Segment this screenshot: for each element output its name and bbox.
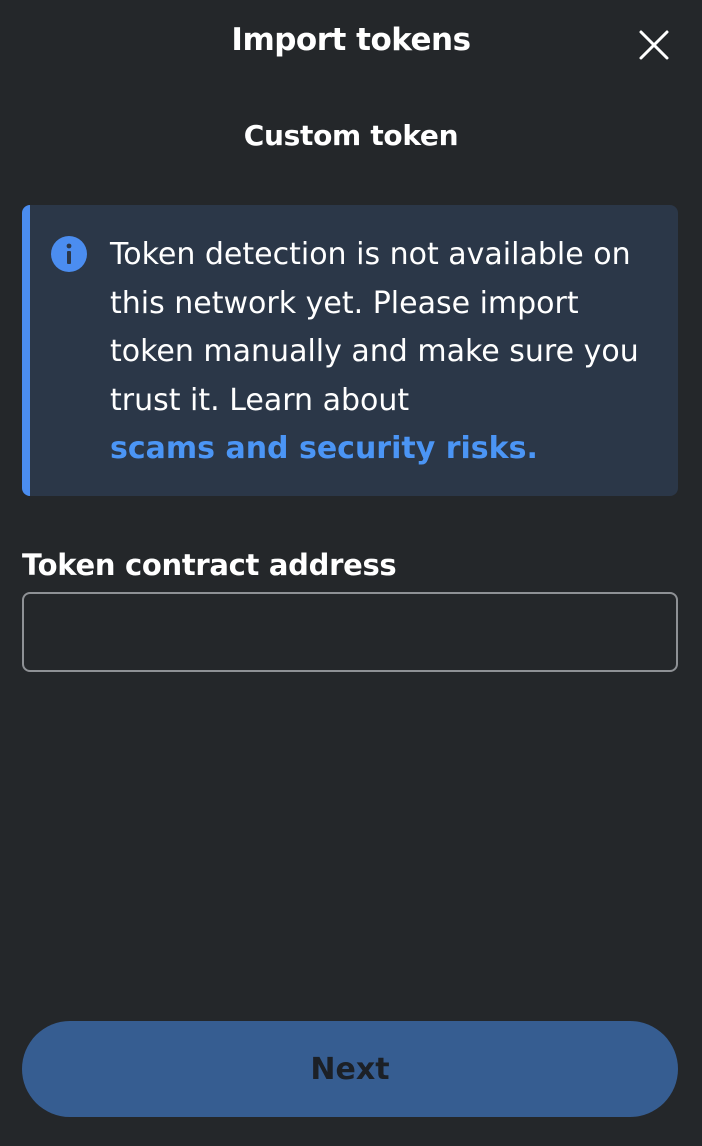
tab-custom-token[interactable]: Custom token: [0, 119, 702, 152]
scams-security-link[interactable]: scams and security risks.: [110, 425, 658, 474]
info-icon: [50, 235, 88, 273]
token-address-label: Token contract address: [22, 548, 397, 582]
close-icon: [639, 30, 669, 60]
token-address-input[interactable]: [22, 592, 678, 672]
page-title: Import tokens: [231, 22, 471, 58]
close-button[interactable]: [636, 27, 672, 63]
next-button[interactable]: Next: [22, 1021, 678, 1117]
banner-accent-bar: [22, 205, 30, 496]
info-banner: Token detection is not available on this…: [22, 205, 678, 496]
banner-text: Token detection is not available on this…: [110, 237, 639, 418]
banner-message: Token detection is not available on this…: [110, 231, 658, 474]
